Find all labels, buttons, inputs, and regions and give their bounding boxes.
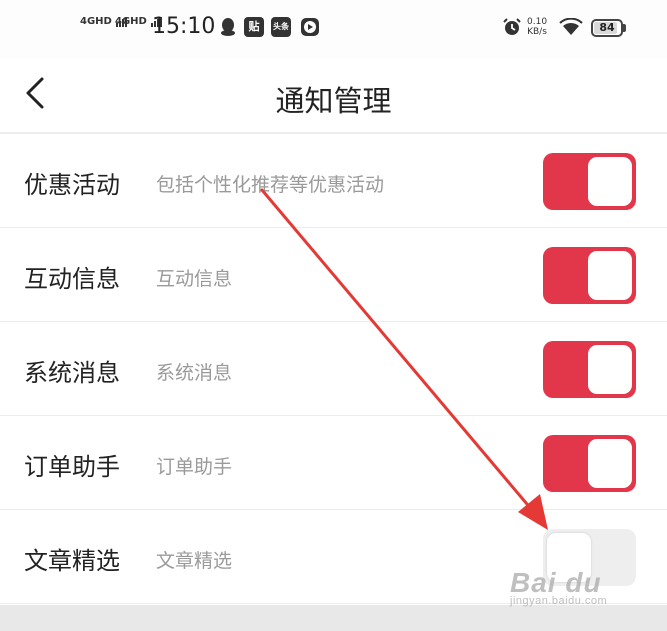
promotions-toggle[interactable]	[543, 153, 636, 210]
page-title: 通知管理	[275, 84, 392, 118]
setting-description: 包括个性化推荐等优惠活动	[156, 174, 385, 196]
setting-row-order-assistant: 订单助手 订单助手	[0, 416, 667, 510]
setting-description: 系统消息	[156, 362, 233, 384]
battery-level: 84	[599, 21, 615, 34]
setting-title: 互动信息	[24, 265, 120, 293]
notification-settings-list: 优惠活动 包括个性化推荐等优惠活动 互动信息 互动信息 系统消息 系统消息 订单…	[0, 134, 667, 604]
setting-row-interactions: 互动信息 互动信息	[0, 228, 667, 322]
setting-title: 文章精选	[24, 547, 120, 575]
toutiao-icon: 头条	[271, 17, 291, 37]
toggle-knob	[588, 157, 632, 206]
wifi-icon	[558, 17, 584, 37]
network-speed: 0.10 KB/s	[527, 17, 547, 37]
status-time: 15:10	[152, 14, 216, 39]
qq-icon	[219, 17, 237, 37]
setting-row-promotions: 优惠活动 包括个性化推荐等优惠活动	[0, 134, 667, 228]
signal-label-2: 4GHD	[115, 16, 147, 27]
tie-icon-label: 贴	[244, 17, 264, 37]
bottom-area	[0, 605, 667, 631]
order-assistant-toggle[interactable]	[543, 435, 636, 492]
setting-title: 系统消息	[24, 359, 120, 387]
tie-icon: 贴	[244, 17, 264, 37]
setting-title: 优惠活动	[24, 171, 120, 199]
alarm-icon	[502, 17, 522, 37]
nav-bar: 通知管理	[0, 58, 667, 134]
setting-description: 文章精选	[156, 550, 233, 572]
watermark-url: jingyan.baidu.com	[510, 595, 608, 607]
toutiao-icon-label: 头条	[271, 17, 291, 37]
baidu-watermark: Bai du jingyan.baidu.com	[510, 567, 607, 607]
system-messages-toggle[interactable]	[543, 341, 636, 398]
status-bar: 4GHD 4GHD 15:10 贴 头条 0.10 KB/s 84	[0, 0, 667, 58]
signal-label-1: 4GHD	[80, 16, 112, 27]
interactions-toggle[interactable]	[543, 247, 636, 304]
battery-icon: 84	[591, 19, 623, 37]
setting-description: 订单助手	[156, 456, 233, 478]
toggle-knob	[588, 251, 632, 300]
toggle-knob	[588, 439, 632, 488]
network-speed-unit: KB/s	[527, 27, 547, 37]
setting-row-system-messages: 系统消息 系统消息	[0, 322, 667, 416]
network-speed-value: 0.10	[527, 17, 548, 27]
setting-title: 订单助手	[24, 453, 120, 481]
toggle-knob	[588, 345, 632, 394]
setting-description: 互动信息	[156, 268, 233, 290]
battery-tip	[623, 24, 626, 32]
play-icon	[300, 17, 320, 37]
